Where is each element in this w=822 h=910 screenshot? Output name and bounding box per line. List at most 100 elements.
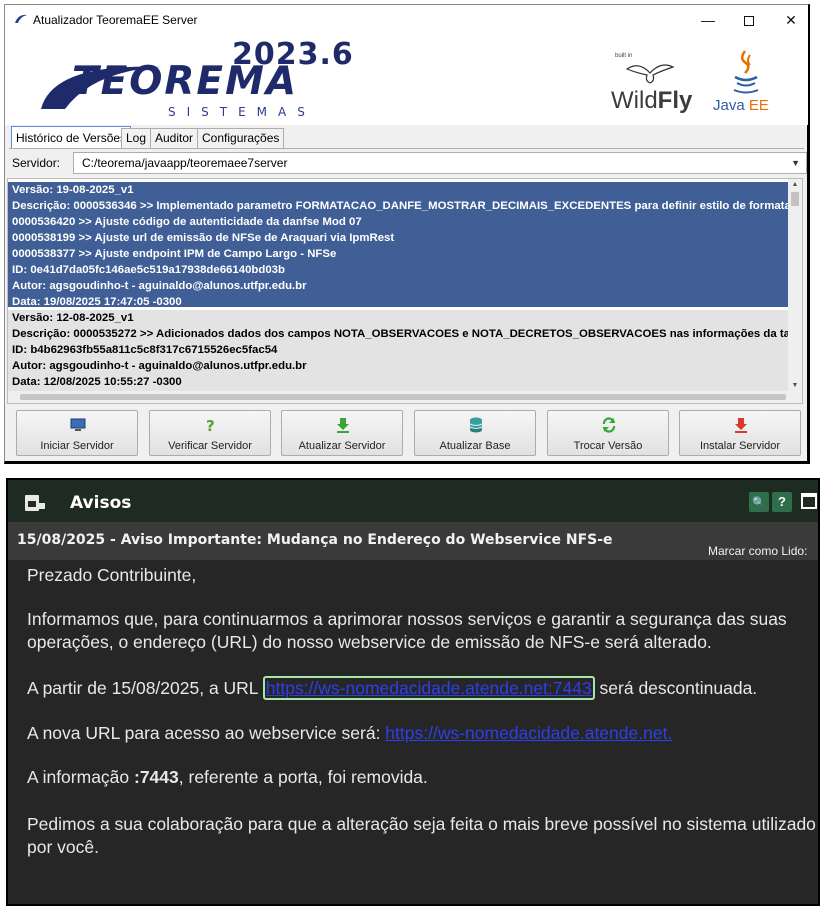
- question-icon: ?: [206, 417, 215, 433]
- close-button[interactable]: ✕: [768, 5, 814, 35]
- old-url-link[interactable]: https://ws-nomedacidade.atende.net:7443: [262, 676, 595, 700]
- install-server-label: Instalar Servidor: [699, 440, 781, 452]
- greeting: Prezado Contribuinte,: [27, 565, 197, 585]
- entry-author: Autor: agsgoudinho-t - aguinaldo@alunos.…: [12, 280, 307, 292]
- update-base-button[interactable]: Atualizar Base: [414, 410, 536, 456]
- check-server-label: Verificar Servidor: [168, 440, 252, 452]
- update-server-label: Atualizar Servidor: [298, 440, 386, 452]
- avisos-title: Avisos: [70, 493, 132, 513]
- tab-log[interactable]: Log: [121, 128, 152, 148]
- entry-date: Data: 19/08/2025 17:47:05 -0300: [12, 296, 182, 307]
- app-icon: [15, 14, 27, 23]
- paragraph-1-line-1: Informamos que, para continuarmos a apri…: [27, 609, 787, 629]
- paragraph-4-text: A informação: [27, 767, 134, 787]
- history-entry-selected[interactable]: Versão: 19-08-2025_v1 Descrição: 0000536…: [8, 182, 788, 307]
- vertical-scroll-thumb[interactable]: [791, 192, 799, 206]
- brand-name: TEOREMA: [72, 59, 299, 104]
- chevron-down-icon: ▼: [791, 158, 800, 168]
- brand-banner: 2023.6 TEOREMA SISTEMAS built in WildFly…: [5, 35, 808, 125]
- updater-window: Atualizador TeoremaEE Server — ✕ 2023.6 …: [4, 4, 810, 464]
- monitor-icon: [70, 418, 86, 431]
- search-icon: 🔍: [752, 497, 766, 509]
- mark-as-read-button[interactable]: Marcar como Lido:: [708, 544, 807, 558]
- notice-icon: [25, 495, 45, 511]
- notice-title: 15/08/2025 - Aviso Importante: Mudança n…: [17, 532, 613, 548]
- version-history-list[interactable]: Versão: 19-08-2025_v1 Descrição: 0000536…: [7, 178, 803, 404]
- window-title: Atualizador TeoremaEE Server: [33, 13, 198, 27]
- new-url-link[interactable]: https://ws-nomedacidade.atende.net.: [385, 723, 672, 743]
- paragraph-2-text: A partir de 15/08/2025, a URL: [27, 678, 263, 698]
- paragraph-5-line-1: Pedimos a sua colaboração para que a alt…: [27, 814, 816, 834]
- entry-id: ID: b4b62963fb55a811c5c8f317c6715526ec5f…: [12, 344, 278, 356]
- search-button[interactable]: 🔍: [749, 492, 769, 512]
- entry-line: 0000538199 >> Ajuste url de emissão de N…: [12, 232, 395, 244]
- action-bar: Iniciar Servidor ? Verificar Servidor At…: [7, 404, 803, 460]
- update-base-label: Atualizar Base: [439, 440, 511, 452]
- update-server-button[interactable]: Atualizar Servidor: [281, 410, 403, 456]
- wildfly-name: Wild: [611, 87, 658, 114]
- wildfly-logo: built in WildFly: [611, 51, 692, 119]
- horizontal-scrollbar[interactable]: [8, 391, 802, 403]
- paragraph-5-line-2: por você.: [27, 837, 99, 857]
- tab-configuracoes[interactable]: Configurações: [197, 128, 285, 148]
- java-wordmark: Java EE: [713, 97, 769, 114]
- entry-author: Autor: agsgoudinho-t - aguinaldo@alunos.…: [12, 360, 307, 372]
- window-toggle-icon[interactable]: [801, 493, 817, 509]
- start-server-button[interactable]: Iniciar Servidor: [16, 410, 138, 456]
- avisos-header: Avisos 🔍 ?: [8, 480, 818, 522]
- notice-header: 15/08/2025 - Aviso Importante: Mudança n…: [8, 522, 818, 560]
- java-cup-icon: [733, 50, 759, 94]
- maximize-icon: [744, 16, 754, 27]
- paragraph-2-end: será descontinuada.: [594, 678, 758, 698]
- paragraph-4-end: , referente a porta, foi removida.: [178, 767, 428, 787]
- maximize-button[interactable]: [726, 5, 772, 35]
- check-server-button[interactable]: ? Verificar Servidor: [149, 410, 271, 456]
- database-icon: [469, 417, 483, 433]
- brand-subtitle: SISTEMAS: [168, 105, 316, 119]
- java-name: Java: [713, 97, 749, 114]
- tab-divider: [9, 148, 804, 149]
- vertical-scrollbar[interactable]: ▲ ▼: [788, 179, 802, 391]
- entry-line: 0000538377 >> Ajuste endpoint IPM de Cam…: [12, 248, 337, 260]
- entry-line: Descrição: 0000535272 >> Adicionados dad…: [12, 328, 788, 340]
- entry-date: Data: 12/08/2025 10:55:27 -0300: [12, 376, 182, 388]
- title-bar: Atualizador TeoremaEE Server — ✕: [5, 5, 808, 35]
- install-server-button[interactable]: Instalar Servidor: [679, 410, 801, 456]
- port-number: :7443: [134, 767, 179, 787]
- server-select-value: C:/teorema/javaapp/teoremaee7server: [82, 156, 288, 170]
- paragraph-1-line-2: operações, o endereço (URL) do nosso web…: [27, 632, 712, 652]
- minimize-button[interactable]: —: [685, 5, 731, 35]
- history-entry[interactable]: Versão: 12-08-2025_v1 Descrição: 0000535…: [8, 310, 788, 392]
- horizontal-scroll-thumb[interactable]: [20, 394, 786, 400]
- switch-version-button[interactable]: Trocar Versão: [547, 410, 669, 456]
- entry-version: Versão: 19-08-2025_v1: [12, 184, 134, 196]
- java-ee: EE: [748, 97, 769, 114]
- tab-auditor[interactable]: Auditor: [150, 128, 199, 148]
- entry-line: Descrição: 0000536346 >> Implementado pa…: [12, 200, 788, 212]
- paragraph-3-text: A nova URL para acesso ao webservice ser…: [27, 723, 386, 743]
- help-icon: ?: [778, 494, 786, 509]
- start-server-label: Iniciar Servidor: [40, 440, 114, 452]
- javaee-logo: Java EE: [711, 49, 781, 121]
- svg-text:?: ?: [206, 417, 215, 433]
- install-download-icon: [735, 418, 747, 433]
- paragraph-3: A nova URL para acesso ao webservice ser…: [27, 722, 672, 745]
- wildfly-name-bold: Fly: [657, 87, 693, 114]
- help-button[interactable]: ?: [772, 492, 792, 512]
- paragraph-2: A partir de 15/08/2025, a URL https://ws…: [27, 676, 758, 700]
- server-select[interactable]: C:/teorema/javaapp/teoremaee7server ▼: [73, 152, 807, 174]
- tab-historico[interactable]: Histórico de Versões: [11, 126, 132, 149]
- refresh-icon: [602, 417, 616, 433]
- server-label: Servidor:: [12, 156, 61, 170]
- entry-id: ID: 0e41d7da05fc146ae5c519a17938de66140b…: [12, 264, 285, 276]
- scroll-down-icon[interactable]: ▼: [788, 382, 802, 389]
- entry-version: Versão: 12-08-2025_v1: [12, 312, 134, 324]
- wildfly-bug-icon: [625, 64, 675, 84]
- scroll-up-icon[interactable]: ▲: [788, 181, 802, 188]
- paragraph-4: A informação :7443, referente a porta, f…: [27, 766, 428, 789]
- entry-line: 0000536420 >> Ajuste código de autentici…: [12, 216, 362, 228]
- switch-version-label: Trocar Versão: [573, 440, 643, 452]
- wildfly-wordmark: WildFly: [611, 87, 692, 115]
- download-icon: [337, 418, 349, 433]
- avisos-panel: Avisos 🔍 ? 15/08/2025 - Aviso Importante…: [6, 478, 820, 906]
